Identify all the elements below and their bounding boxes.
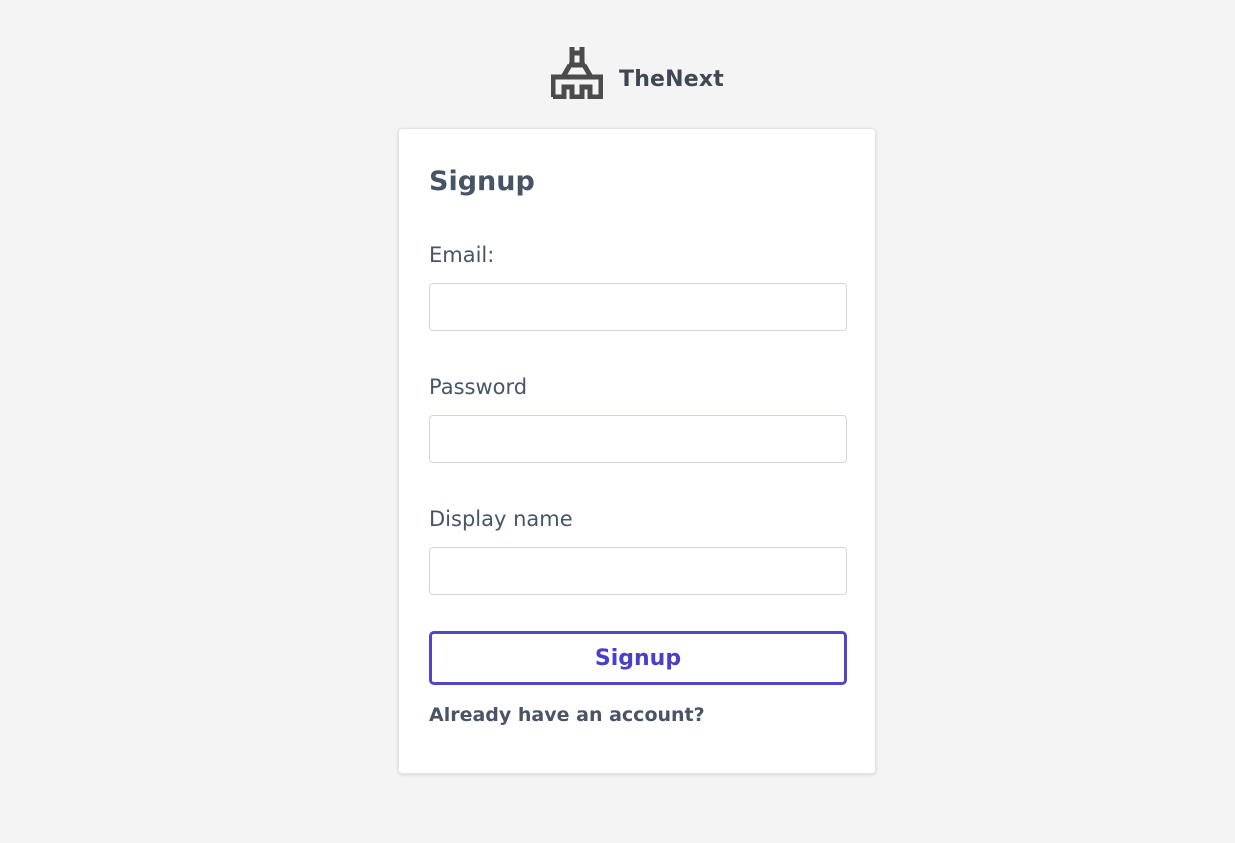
- signup-card: Signup Email: Password Display name Sign…: [398, 128, 876, 774]
- password-field[interactable]: [429, 415, 847, 463]
- brand-name: TheNext: [618, 66, 725, 92]
- email-field[interactable]: [429, 283, 847, 331]
- signup-button[interactable]: Signup: [429, 631, 847, 685]
- brand-lockup: TheNext: [550, 45, 725, 99]
- brand-header: TheNext: [0, 44, 1235, 100]
- login-link[interactable]: Already have an account?: [429, 701, 705, 729]
- email-label: Email:: [429, 243, 495, 267]
- display-name-field[interactable]: [429, 547, 847, 595]
- castle-tower-icon: [550, 47, 603, 99]
- page-title: Signup: [429, 166, 535, 197]
- password-label: Password: [429, 375, 528, 399]
- display-name-label: Display name: [429, 507, 573, 531]
